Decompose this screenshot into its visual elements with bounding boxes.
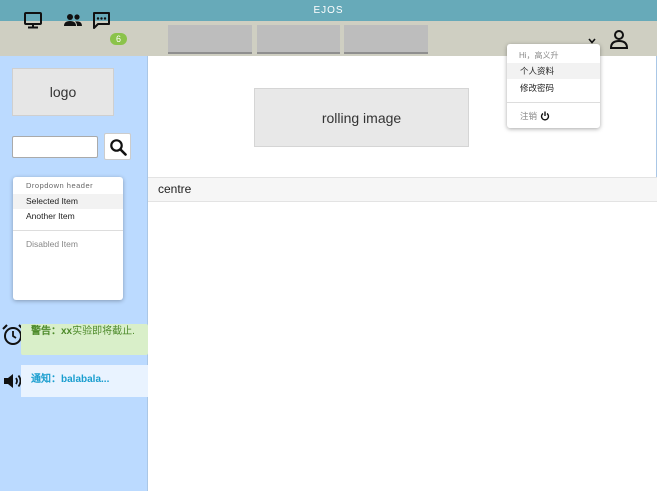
warning-label: 警告：xx: [31, 326, 73, 337]
user-icon[interactable]: [608, 28, 630, 50]
dropdown-header: Dropdown header: [26, 181, 94, 190]
sidebar-dropdown-menu: Dropdown header Selected Item Another It…: [13, 177, 123, 300]
centre-section-title: centre: [148, 177, 657, 202]
dropdown-another-item[interactable]: Another Item: [13, 209, 123, 224]
people-icon[interactable]: [63, 10, 83, 30]
dropdown-selected-item[interactable]: Selected Item: [13, 194, 123, 209]
top-tab-3[interactable]: [344, 25, 428, 54]
dropdown-divider: [13, 230, 123, 231]
warning-alert: 警告：xx实验即将截止.: [21, 324, 148, 355]
logo: logo: [12, 68, 114, 116]
monitor-icon[interactable]: [23, 10, 43, 30]
rolling-image[interactable]: rolling image: [254, 88, 469, 147]
warning-text: 实验即将截止.: [72, 326, 135, 337]
dropdown-disabled-item: Disabled Item: [26, 239, 78, 249]
chat-icon[interactable]: [91, 10, 111, 30]
speaker-icon: [3, 371, 23, 391]
top-tab-1[interactable]: [168, 25, 252, 54]
search-input[interactable]: [12, 136, 98, 158]
notice-alert[interactable]: 通知：balabala...: [21, 365, 148, 397]
top-tab-2[interactable]: [257, 25, 340, 54]
search-button[interactable]: [104, 133, 131, 160]
search-icon: [109, 138, 127, 156]
chat-badge: 6: [110, 33, 127, 45]
